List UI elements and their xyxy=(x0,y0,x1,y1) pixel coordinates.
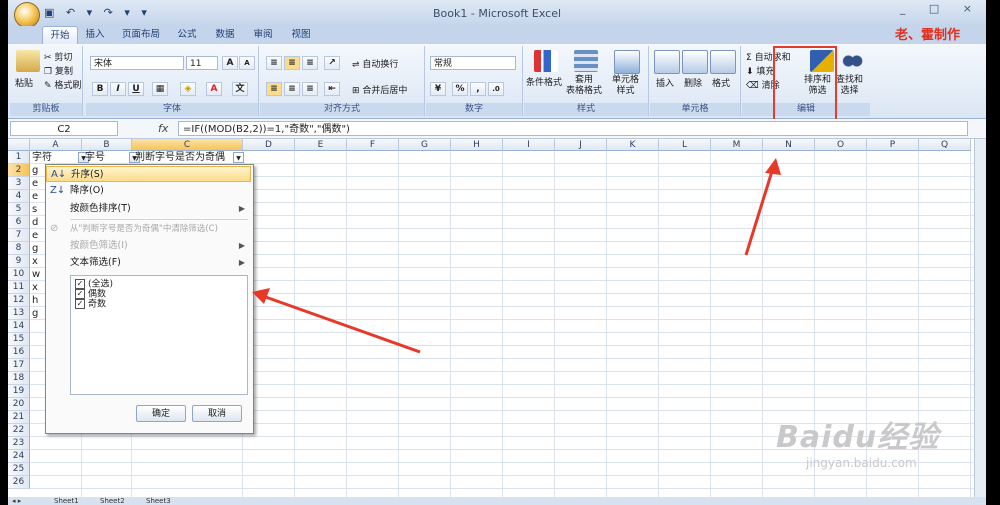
watermark-url: jingyan.baidu.com xyxy=(806,456,917,470)
arrowhead-up xyxy=(765,158,781,175)
arrowhead-left xyxy=(252,288,270,304)
excel-window: ▣ ↶ ▾ ↷ ▾ ▾ Book1 - Microsoft Excel _ □ … xyxy=(8,0,986,505)
baidu-watermark: Baidu经验 jingyan.baidu.com xyxy=(776,412,939,470)
arrow-to-dropdown xyxy=(259,293,421,354)
arrow-to-ribbon xyxy=(744,167,775,256)
watermark-brand: Baidu经验 xyxy=(776,420,940,455)
